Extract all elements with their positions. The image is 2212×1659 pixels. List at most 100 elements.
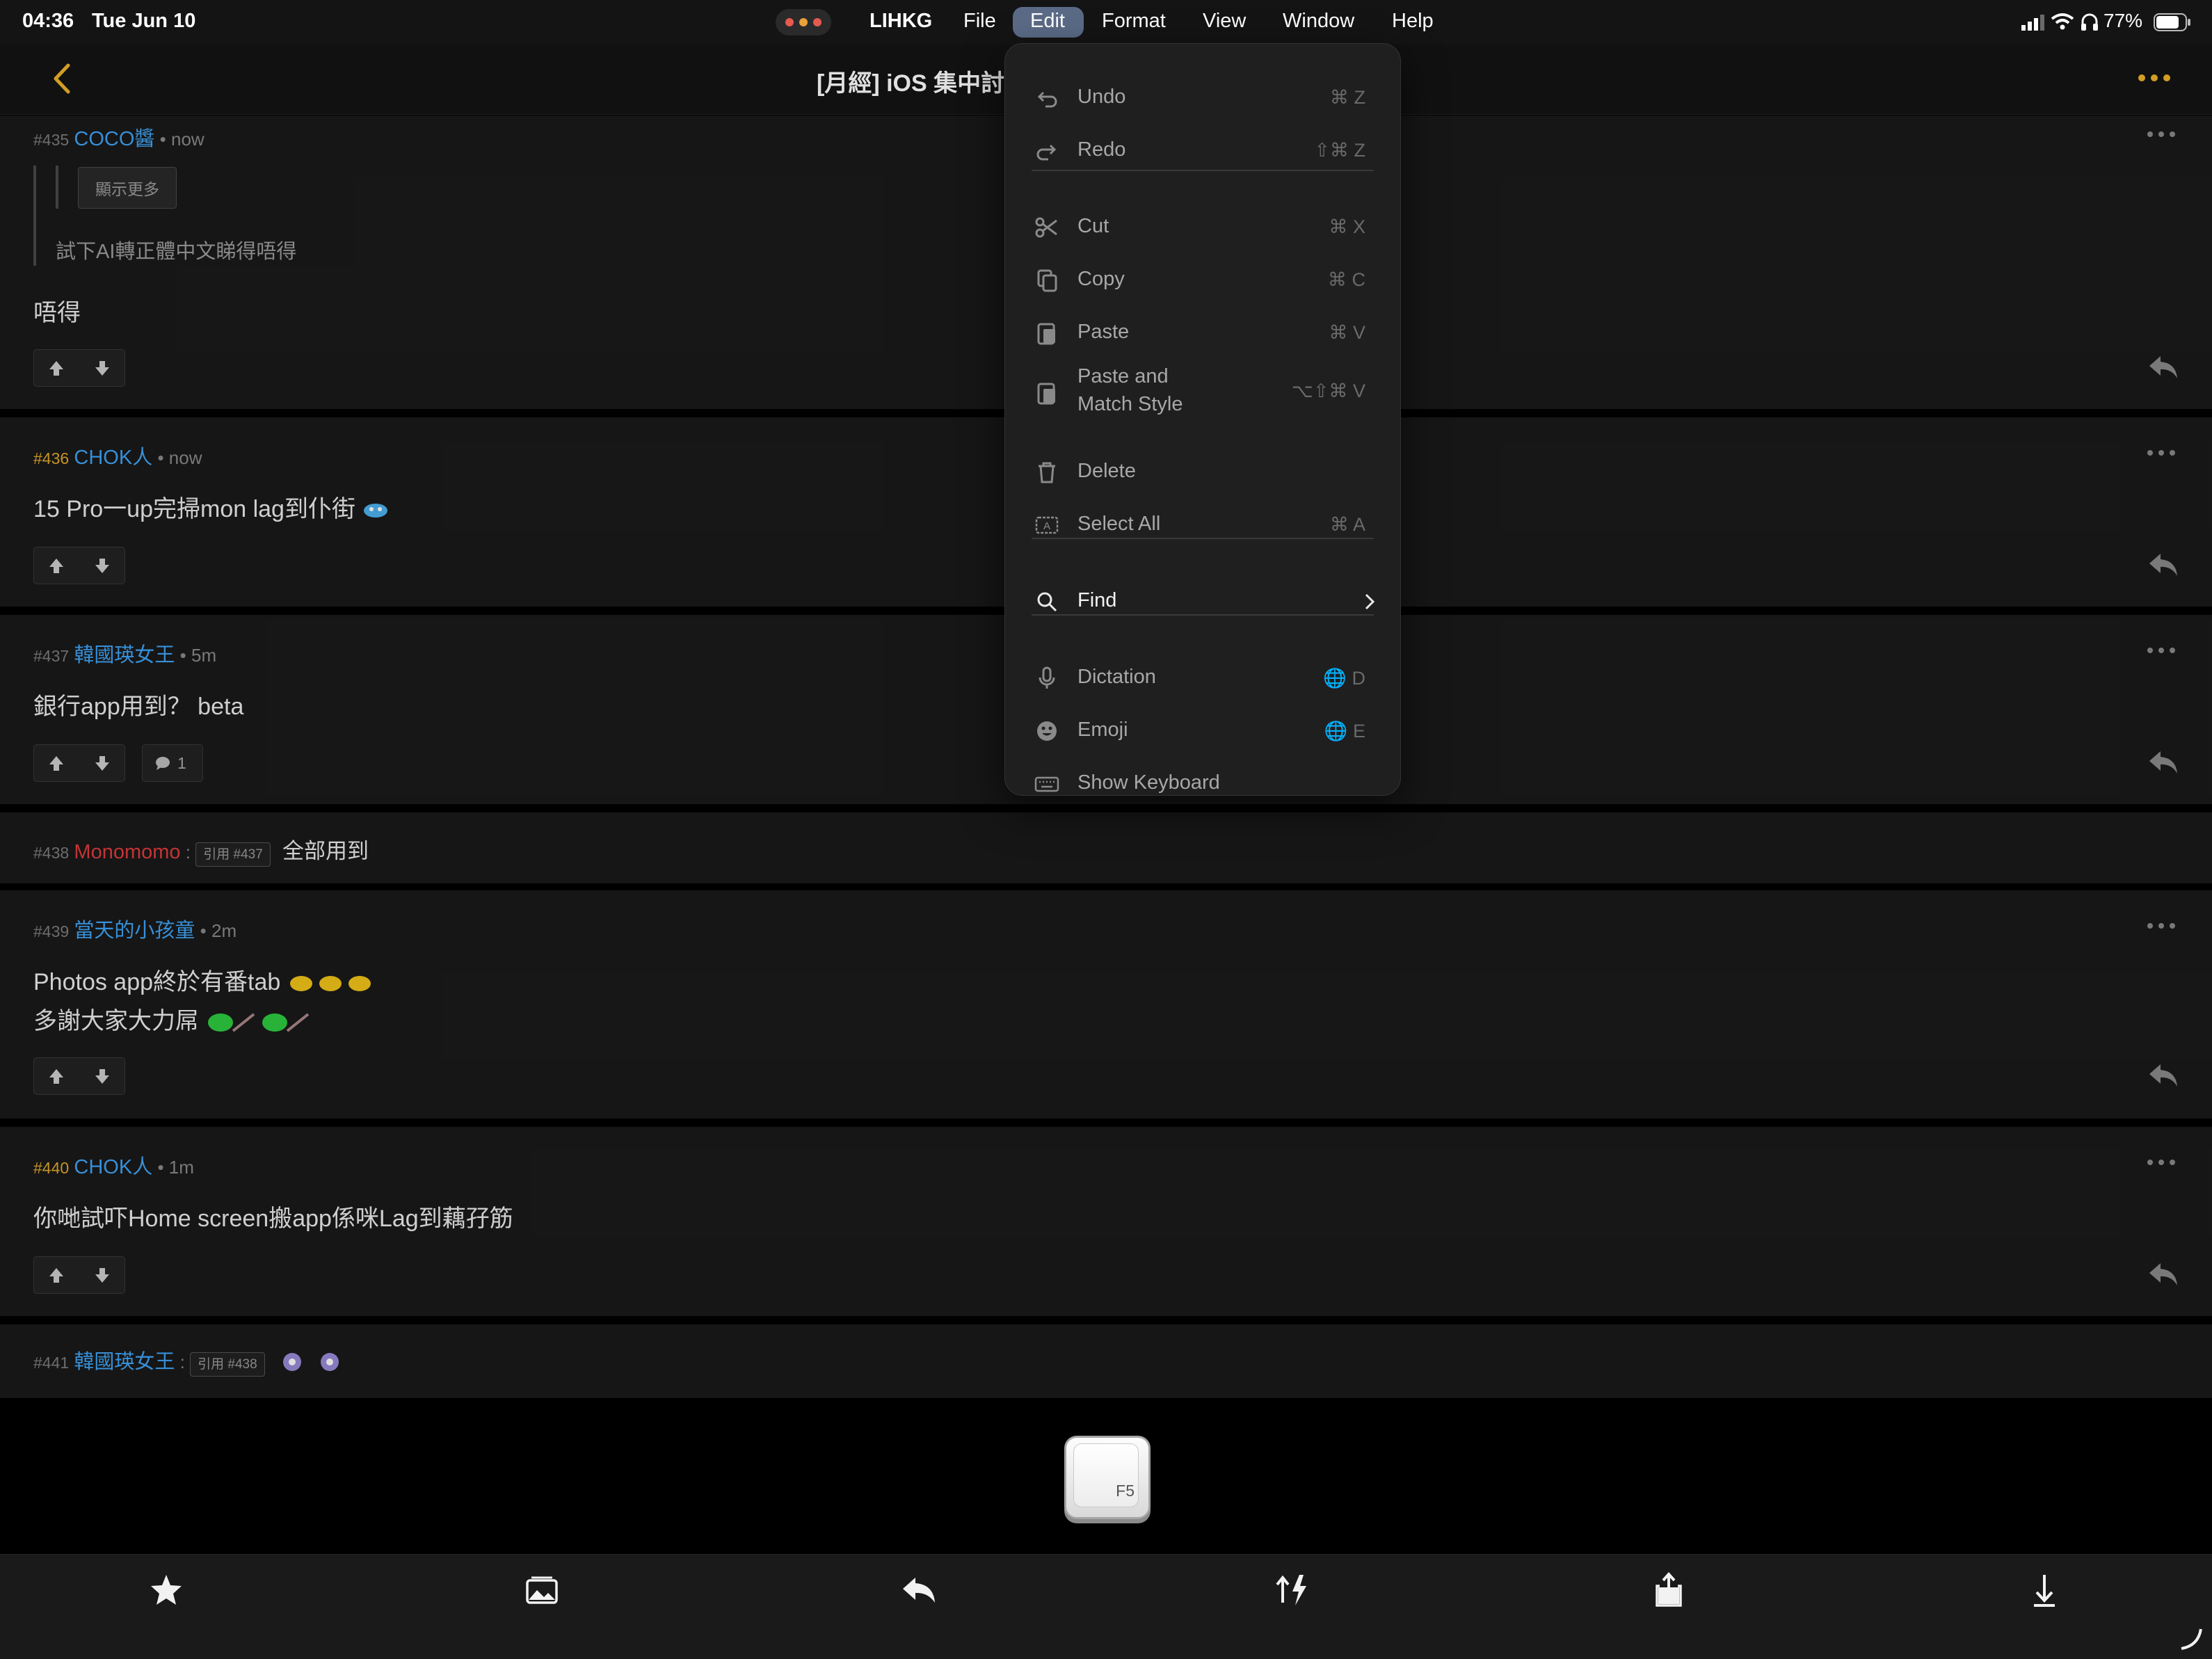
post-time: now <box>171 129 205 150</box>
upvote-button[interactable] <box>34 1257 79 1293</box>
downvote-button[interactable] <box>80 745 125 781</box>
copy-icon <box>1037 269 1057 292</box>
emoji-sticker-icon <box>208 1013 310 1032</box>
menu-item-label: Paste <box>1077 321 1130 343</box>
menu-file[interactable]: File <box>963 10 996 33</box>
menu-item-cut[interactable]: Cut ⌘ X <box>1005 202 1400 253</box>
emoji-sticker-icon <box>364 504 388 518</box>
more-options-icon[interactable] <box>2135 64 2173 92</box>
menu-item-select-all[interactable]: A Select All ⌘ A <box>1005 500 1400 550</box>
reply-icon[interactable] <box>2147 748 2180 776</box>
post-time: now <box>168 447 202 468</box>
upvote-button[interactable] <box>34 547 79 584</box>
menu-edit[interactable]: Edit <box>1030 10 1065 33</box>
select-all-icon: A <box>1035 516 1059 534</box>
menu-item-label-line2: Match Style <box>1077 393 1183 415</box>
thumb-down-icon <box>95 756 109 771</box>
post-time: 2m <box>211 920 237 941</box>
post-username[interactable]: CHOK人 <box>74 1156 152 1178</box>
upvote-button[interactable] <box>34 350 79 386</box>
post-more-icon[interactable] <box>2144 124 2179 145</box>
status-date: Tue Jun 10 <box>92 10 196 32</box>
reply-icon[interactable] <box>2147 551 2180 579</box>
post-content: 唔得 <box>33 300 81 326</box>
menu-format[interactable]: Format <box>1102 10 1166 33</box>
share-icon[interactable] <box>1650 1571 1688 1610</box>
post-username[interactable]: CHOK人 <box>74 447 152 469</box>
undo-icon <box>1037 91 1057 108</box>
menu-help[interactable]: Help <box>1392 10 1434 33</box>
post-more-icon[interactable] <box>2144 640 2179 661</box>
menu-item-label: Dictation <box>1077 666 1156 688</box>
post-content: 銀行app用到？ beta <box>33 694 244 720</box>
downvote-button[interactable] <box>80 547 125 584</box>
menu-item-paste[interactable]: Paste ⌘ V <box>1005 308 1400 358</box>
menu-item-emoji[interactable]: Emoji 🌐 E <box>1005 706 1400 756</box>
sort-lightning-icon[interactable] <box>1274 1571 1312 1610</box>
post-439 <box>0 890 2212 1119</box>
upvote-button[interactable] <box>34 745 79 781</box>
post-number: #438 <box>33 844 70 862</box>
reply-icon[interactable] <box>2147 353 2180 381</box>
emoji-sticker-icon <box>289 976 371 992</box>
menu-item-show-keyboard[interactable]: Show Keyboard <box>1005 759 1400 794</box>
menu-separator <box>1032 538 1374 539</box>
post-more-icon[interactable] <box>2144 1152 2179 1173</box>
paste-icon <box>1037 323 1055 345</box>
comment-count-button[interactable]: 1 <box>142 744 203 782</box>
emoji-icon <box>1037 721 1057 741</box>
menu-item-shortcut: 🌐 D <box>1323 668 1365 689</box>
menu-app-name[interactable]: LIHKG <box>869 10 932 33</box>
menu-item-dictation[interactable]: Dictation 🌐 D <box>1005 653 1400 703</box>
emoji-sticker-icon <box>282 1353 339 1372</box>
menu-item-copy[interactable]: Copy ⌘ C <box>1005 255 1400 305</box>
star-icon[interactable] <box>147 1571 185 1610</box>
resize-handle-icon[interactable] <box>2177 1625 2205 1653</box>
menu-item-redo[interactable]: Redo ⇧⌘ Z <box>1005 126 1400 176</box>
thumb-up-icon <box>49 1268 63 1283</box>
menu-item-undo[interactable]: Undo ⌘ Z <box>1005 73 1400 123</box>
menu-item-find[interactable]: Find <box>1005 577 1400 627</box>
menu-item-label: Emoji <box>1077 719 1128 741</box>
menu-view[interactable]: View <box>1203 10 1246 33</box>
quote-reference-tag[interactable]: 引用 #438 <box>190 1352 265 1377</box>
redo-icon <box>1036 144 1057 161</box>
reply-icon[interactable] <box>2147 1061 2180 1089</box>
thumb-up-icon <box>49 361 63 376</box>
menu-item-paste-match-style[interactable]: Paste and Match Style ⌥⇧⌘ V <box>1005 354 1400 431</box>
downvote-button[interactable] <box>80 1257 125 1293</box>
back-arrow-icon[interactable] <box>49 61 77 96</box>
reply-icon[interactable] <box>900 1571 938 1610</box>
post-username[interactable]: 韓國瑛女王 <box>74 644 175 666</box>
show-more-button[interactable]: 顯示更多 <box>78 167 177 209</box>
image-gallery-icon[interactable] <box>523 1571 561 1610</box>
menu-item-label: Show Keyboard <box>1077 771 1220 794</box>
reply-icon[interactable] <box>2147 1260 2180 1288</box>
post-username[interactable]: 當天的小孩童 <box>74 920 195 942</box>
downvote-button[interactable] <box>80 350 125 386</box>
menu-item-shortcut: ⌘ A <box>1329 514 1365 535</box>
svg-text:A: A <box>1043 520 1050 532</box>
window-controls-dots[interactable] <box>776 9 831 35</box>
post-username[interactable]: COCO醬 <box>74 128 154 150</box>
post-more-icon[interactable] <box>2144 442 2179 463</box>
menu-window[interactable]: Window <box>1283 10 1354 33</box>
scroll-to-bottom-icon[interactable] <box>2026 1571 2063 1610</box>
thumb-up-icon <box>49 756 63 771</box>
menu-item-shortcut: ⌘ X <box>1329 216 1365 237</box>
quote-reference-tag[interactable]: 引用 #437 <box>195 842 271 867</box>
post-username[interactable]: 韓國瑛女王 <box>74 1351 175 1373</box>
post-username[interactable]: Monomomo <box>74 841 180 863</box>
upvote-button[interactable] <box>34 1058 79 1094</box>
thumb-up-icon <box>49 559 63 573</box>
search-icon <box>1037 592 1057 612</box>
thumb-up-icon <box>49 1069 63 1084</box>
downvote-button[interactable] <box>80 1058 125 1094</box>
comment-count: 1 <box>177 754 186 772</box>
menu-item-label: Find <box>1077 589 1117 611</box>
post-content-line: Photos app終於有番tab <box>33 969 281 995</box>
bottom-toolbar <box>0 1554 2212 1659</box>
menu-item-delete[interactable]: Delete <box>1005 447 1400 497</box>
post-more-icon[interactable] <box>2144 915 2179 936</box>
f5-key-overlay: F5 <box>1064 1436 1151 1519</box>
